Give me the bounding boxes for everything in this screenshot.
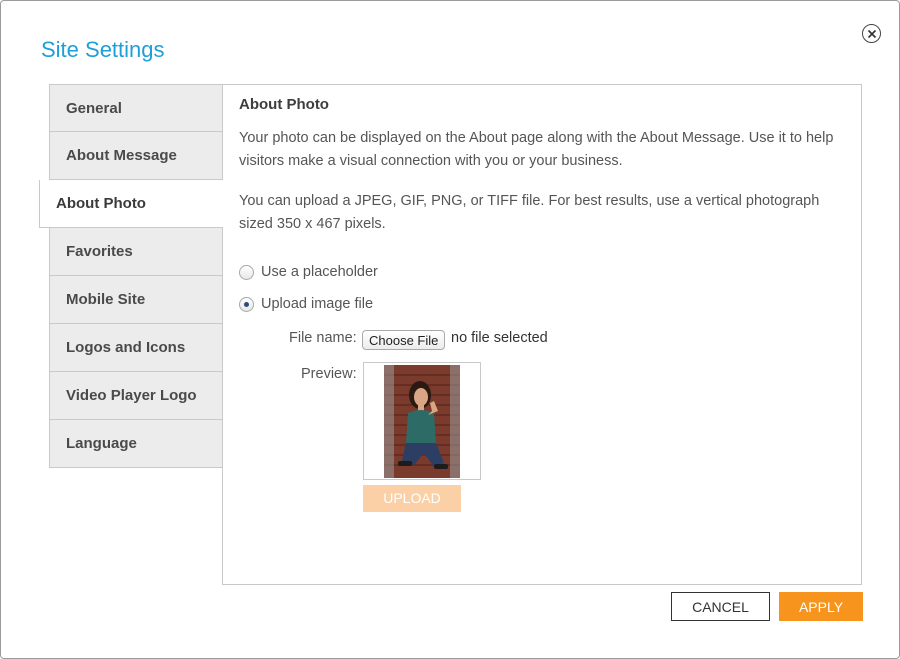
sidebar-item-logos-and-icons[interactable]: Logos and Icons: [49, 324, 223, 372]
sidebar-item-favorites[interactable]: Favorites: [49, 228, 223, 276]
sidebar-item-label: About Message: [66, 147, 177, 164]
sidebar-item-about-photo[interactable]: About Photo: [39, 180, 223, 228]
placeholder-radio[interactable]: [239, 264, 254, 280]
upload-image-radio[interactable]: [239, 296, 254, 312]
choose-file-button[interactable]: Choose File: [362, 330, 446, 350]
placeholder-option-label: Use a placeholder: [261, 264, 378, 280]
sidebar-item-label: Language: [66, 435, 137, 452]
placeholder-option[interactable]: Use a placeholder: [239, 264, 378, 280]
sidebar-item-label: Favorites: [66, 243, 133, 260]
dialog-title: Site Settings: [41, 37, 165, 62]
file-requirements-paragraph: You can upload a JPEG, GIF, PNG, or TIFF…: [239, 193, 820, 232]
description-paragraph: Your photo can be displayed on the About…: [239, 130, 834, 169]
sidebar-item-label: Logos and Icons: [66, 339, 186, 356]
close-icon[interactable]: [862, 24, 881, 43]
section-heading: About Photo: [239, 96, 329, 113]
profile-photo: [384, 365, 460, 478]
file-name-label: File name:: [289, 330, 357, 346]
upload-image-option[interactable]: Upload image file: [239, 296, 373, 312]
upload-button[interactable]: UPLOAD: [363, 485, 461, 512]
site-settings-dialog: Site Settings General About Message Abou…: [0, 0, 900, 659]
settings-sidebar: General About Message About Photo Favori…: [39, 84, 223, 468]
sidebar-item-about-message[interactable]: About Message: [49, 132, 223, 180]
sidebar-item-video-player-logo[interactable]: Video Player Logo: [49, 372, 223, 420]
preview-label: Preview:: [301, 366, 357, 382]
about-photo-panel: About Photo Your photo can be displayed …: [222, 84, 862, 585]
sidebar-item-mobile-site[interactable]: Mobile Site: [49, 276, 223, 324]
photo-preview: [363, 362, 481, 480]
apply-button[interactable]: APPLY: [779, 592, 863, 621]
sidebar-item-label: About Photo: [56, 195, 146, 212]
cancel-button[interactable]: CANCEL: [671, 592, 770, 621]
file-status-text: no file selected: [451, 330, 548, 346]
sidebar-item-label: General: [66, 99, 122, 117]
sidebar-item-language[interactable]: Language: [49, 420, 223, 468]
sidebar-item-label: Video Player Logo: [66, 387, 197, 404]
sidebar-item-label: Mobile Site: [66, 291, 146, 308]
upload-image-option-label: Upload image file: [261, 296, 374, 312]
sidebar-item-general[interactable]: General: [49, 84, 223, 132]
